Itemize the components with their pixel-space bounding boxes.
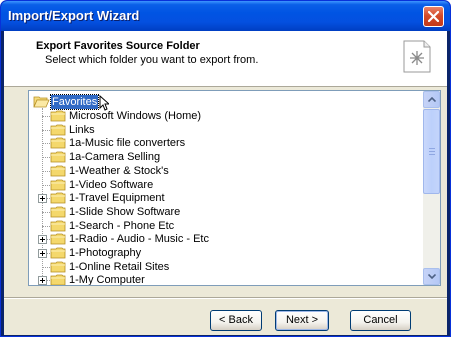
- window-title: Import/Export Wizard: [8, 8, 140, 23]
- tree-connector: [42, 226, 50, 227]
- tree-item[interactable]: 1-Search - Phone Etc: [29, 219, 419, 233]
- folder-icon: [50, 220, 66, 232]
- tree-item[interactable]: 1a-Music file converters: [29, 136, 419, 150]
- tree-item-label: 1a-Music file converters: [69, 137, 186, 149]
- folder-icon: [50, 261, 66, 273]
- thumb-grip: [429, 151, 435, 152]
- tree-connector: [42, 267, 50, 268]
- tree-item[interactable]: 1-Slide Show Software: [29, 205, 419, 219]
- page-title: Export Favorites Source Folder: [36, 40, 200, 52]
- folder-icon: [50, 151, 66, 163]
- mouse-cursor-icon: [99, 95, 109, 111]
- folder-icon: [50, 274, 66, 285]
- wizard-window: Import/Export Wizard Export Favorites So…: [0, 0, 451, 337]
- folder-icon: [50, 179, 66, 191]
- tree-item-label: 1-My Computer: [69, 274, 145, 286]
- wizard-body: Export Favorites Source Folder Select wh…: [4, 31, 447, 335]
- scroll-up-button[interactable]: [423, 91, 440, 108]
- tree-connector: [42, 185, 50, 186]
- tree-item-label: 1-Radio - Audio - Music - Etc: [69, 233, 209, 245]
- wizard-header: Export Favorites Source Folder Select wh…: [4, 31, 447, 87]
- scroll-thumb[interactable]: [423, 109, 440, 194]
- tree-item[interactable]: 1-Online Retail Sites: [29, 260, 419, 274]
- tree-item-label: Microsoft Windows (Home): [69, 110, 202, 122]
- tree-item[interactable]: 1a-Camera Selling: [29, 150, 419, 164]
- back-button[interactable]: < Back: [210, 310, 262, 331]
- tree-item-label: 1-Photography: [69, 247, 142, 259]
- tree-connector: [42, 116, 50, 117]
- folder-icon: [50, 206, 66, 218]
- tree-item[interactable]: 1-Travel Equipment: [29, 191, 419, 205]
- tree-connector: [42, 157, 50, 158]
- tree-connector: [42, 130, 50, 131]
- footer-divider: [4, 297, 447, 299]
- tree-item[interactable]: Microsoft Windows (Home): [29, 109, 419, 123]
- title-bar[interactable]: Import/Export Wizard: [1, 1, 450, 31]
- tree-root-label: Favorites: [49, 94, 100, 110]
- expand-plus-icon[interactable]: [38, 276, 47, 285]
- folder-icon: [50, 124, 66, 136]
- tree-item-label: 1-Online Retail Sites: [69, 261, 170, 273]
- close-button[interactable]: [423, 6, 444, 27]
- vertical-scrollbar[interactable]: [423, 91, 440, 285]
- tree-item-label: 1-Slide Show Software: [69, 206, 181, 218]
- folder-icon: [50, 165, 66, 177]
- folder-open-icon: [33, 96, 50, 108]
- tree-item[interactable]: 1-Video Software: [29, 178, 419, 192]
- tree-item-label: 1-Weather & Stock's: [69, 165, 169, 177]
- favorites-page-icon: [403, 40, 431, 73]
- folder-icon: [50, 247, 66, 259]
- tree-item-label: 1-Video Software: [69, 179, 154, 191]
- chevron-down-icon: [428, 274, 436, 279]
- tree-item[interactable]: Links: [29, 123, 419, 137]
- folder-tree[interactable]: Favorites Microsoft Windows (Home) Links 1…: [28, 90, 441, 286]
- tree-item-label: 1a-Camera Selling: [69, 151, 161, 163]
- expand-plus-icon[interactable]: [38, 249, 47, 258]
- tree-root-favorites[interactable]: Favorites: [29, 94, 419, 110]
- tree-connector: [42, 212, 50, 213]
- thumb-grip: [429, 154, 435, 155]
- folder-icon: [50, 110, 66, 122]
- tree-item[interactable]: 1-My Computer: [29, 273, 419, 286]
- tree-item-label: 1-Travel Equipment: [69, 192, 165, 204]
- thumb-grip: [429, 148, 435, 149]
- folder-tree-content: Favorites Microsoft Windows (Home) Links 1…: [29, 91, 423, 285]
- close-icon: [428, 11, 439, 22]
- folder-icon: [50, 233, 66, 245]
- folder-icon: [50, 192, 66, 204]
- tree-connector: [42, 171, 50, 172]
- folder-icon: [50, 137, 66, 149]
- scroll-down-button[interactable]: [423, 268, 440, 285]
- page-subtitle: Select which folder you want to export f…: [45, 54, 259, 66]
- tree-item[interactable]: 1-Photography: [29, 246, 419, 260]
- tree-item-label: 1-Search - Phone Etc: [69, 220, 175, 232]
- expand-plus-icon[interactable]: [38, 194, 47, 203]
- tree-item[interactable]: 1-Radio - Audio - Music - Etc: [29, 232, 419, 246]
- expand-plus-icon[interactable]: [38, 235, 47, 244]
- next-button[interactable]: Next >: [275, 310, 329, 331]
- cancel-button[interactable]: Cancel: [350, 310, 411, 331]
- chevron-up-icon: [428, 97, 436, 102]
- tree-connector: [42, 143, 50, 144]
- tree-item-label: Links: [69, 124, 95, 136]
- tree-item[interactable]: 1-Weather & Stock's: [29, 164, 419, 178]
